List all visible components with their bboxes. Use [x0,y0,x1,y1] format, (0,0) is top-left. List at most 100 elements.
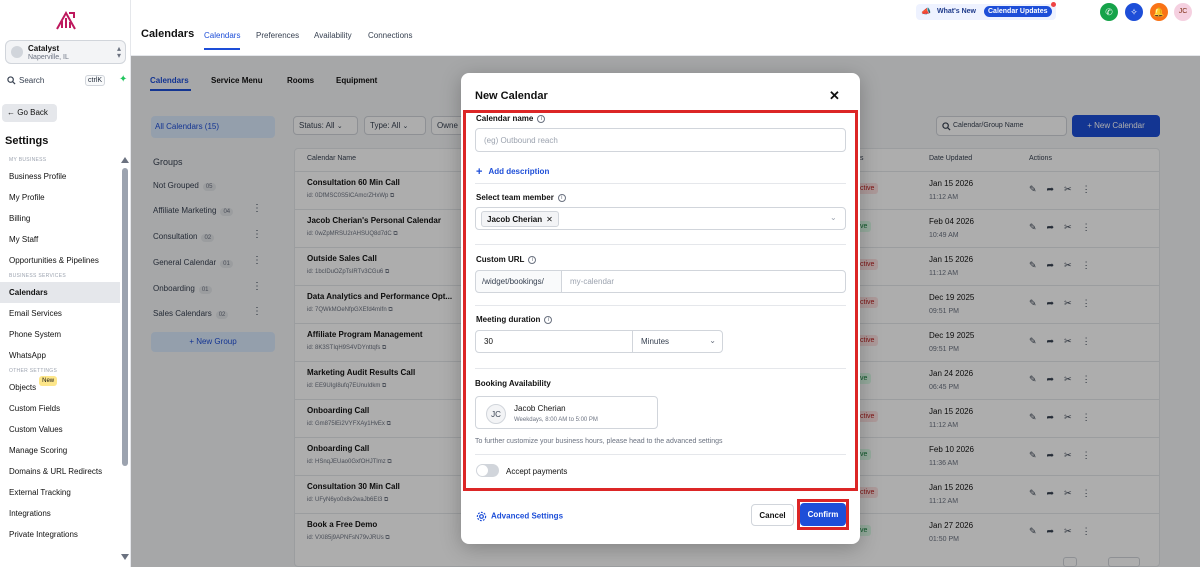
availability-card[interactable]: JC Jacob Cherian Weekdays, 8:00 AM to 5:… [475,396,658,429]
team-member-chip-label: Jacob Cherian [487,215,543,224]
info-icon[interactable]: i [557,193,566,202]
tab-calendars[interactable]: Calendars [204,31,241,50]
sidebar-item-label: External Tracking [9,488,71,497]
user-avatar[interactable]: JC [1174,3,1192,21]
sidebar-item-label: Objects [9,383,37,392]
sidebar: Catalyst Naperville, IL ▴ ▾ Search ctrlK … [0,0,131,567]
scroll-up-icon[interactable] [121,157,129,163]
sidebar-item-label: Phone System [9,330,62,339]
settings-title: Settings [5,135,49,147]
location-switcher[interactable]: Catalyst Naperville, IL ▴ ▾ [5,40,126,64]
info-icon[interactable]: i [528,255,537,264]
sidebar-section-heading: OTHER SETTINGS [9,368,58,374]
sidebar-item-objects[interactable]: ObjectsNew [0,376,120,398]
calendar-updates-badge[interactable]: Calendar Updates [984,6,1052,17]
availability-avatar: JC [486,404,506,424]
divider [475,305,846,306]
sidebar-item-label: Domains & URL Redirects [9,467,103,476]
duration-unit-value: Minutes [641,337,670,346]
sidebar-item-label: My Staff [9,235,39,244]
duration-input[interactable]: 30 [475,330,633,353]
sidebar-item-custom-values[interactable]: Custom Values [0,419,120,440]
location-icon [11,46,23,58]
divider [475,368,846,369]
calendar-name-input[interactable]: (eg) Outbound reach [475,128,846,152]
divider [475,454,846,455]
chevron-updown-icon: ▴ ▾ [116,44,121,60]
divider [475,183,846,184]
sidebar-item-billing[interactable]: Billing [0,208,120,229]
plus-icon: + [476,166,483,178]
sidebar-item-private-integrations[interactable]: Private Integrations [0,524,120,545]
duration-unit-select[interactable]: Minutes ⌄ [632,330,723,353]
custom-url-label-text: Custom URL [476,255,525,264]
sidebar-item-label: Calendars [9,288,48,297]
sidebar-item-my-staff[interactable]: My Staff [0,229,120,250]
sidebar-item-manage-scoring[interactable]: Manage Scoring [0,440,120,461]
info-icon[interactable]: i [537,114,546,123]
remove-chip-icon[interactable]: ✕ [546,215,553,224]
sidebar-item-whatsapp[interactable]: WhatsApp [0,345,120,366]
sidebar-item-label: Opportunities & Pipelines [9,256,99,265]
sidebar-item-domains-url-redirects[interactable]: Domains & URL Redirects [0,461,120,482]
team-member-chip[interactable]: Jacob Cherian ✕ [481,211,559,227]
ai-sparkle-icon[interactable]: ✦ [119,74,127,85]
quick-actions-icon[interactable]: ✧ [1125,3,1143,21]
meeting-duration-label: Meeting duration i [476,315,553,324]
booking-availability-label: Booking Availability [475,379,551,388]
gear-icon [476,511,487,522]
sidebar-item-my-profile[interactable]: My Profile [0,187,120,208]
sidebar-item-integrations[interactable]: Integrations [0,503,120,524]
team-member-label-text: Select team member [476,193,554,202]
team-member-label: Select team member i [476,193,566,202]
scroll-down-icon[interactable] [121,554,129,560]
calendar-name-label: Calendar name i [476,114,546,123]
phone-icon[interactable]: ✆ [1100,3,1118,21]
whats-new-button[interactable]: 📣 What's New Calendar Updates [916,2,1056,20]
bell-icon[interactable]: 🔔 [1150,3,1168,21]
sidebar-item-external-tracking[interactable]: External Tracking [0,482,120,503]
notification-dot [1051,2,1056,7]
search-label: Search [19,76,45,85]
tab-preferences[interactable]: Preferences [256,31,299,40]
sidebar-item-label: Integrations [9,509,51,518]
search-shortcut: ctrlK [85,75,105,86]
sidebar-item-phone-system[interactable]: Phone System [0,324,120,345]
top-bar: Calendars Calendars Preferences Availabi… [131,0,1200,56]
sidebar-item-business-profile[interactable]: Business Profile [0,166,120,187]
sidebar-item-label: Custom Values [9,425,63,434]
availability-name: Jacob Cherian [514,404,566,413]
info-icon[interactable]: i [544,315,553,324]
scrollbar-thumb[interactable] [122,168,128,466]
location-city: Naperville, IL [28,54,69,61]
sidebar-item-label: Billing [9,214,31,223]
advanced-settings-label: Advanced Settings [491,511,564,521]
sidebar-search[interactable]: Search ctrlK ✦ [5,73,127,89]
sidebar-item-custom-fields[interactable]: Custom Fields [0,398,120,419]
go-back-button[interactable]: ← Go Back [2,104,57,122]
meeting-duration-label-text: Meeting duration [476,315,541,324]
close-icon[interactable]: ✕ [829,89,840,102]
sidebar-item-label: Custom Fields [9,404,61,413]
sidebar-item-label: Email Services [9,309,62,318]
tab-availability[interactable]: Availability [314,31,352,40]
advanced-settings-link[interactable]: Advanced Settings [476,511,563,522]
confirm-button[interactable]: Confirm [800,503,846,526]
add-description-label: Add description [488,167,550,176]
sidebar-item-label: Manage Scoring [9,446,68,455]
calendar-name-label-text: Calendar name [476,114,534,123]
tab-connections[interactable]: Connections [368,31,412,40]
url-prefix: /widget/bookings/ [475,270,562,293]
accept-payments-toggle[interactable] [476,464,499,477]
add-description-button[interactable]: + Add description [476,166,549,178]
custom-url-input[interactable]: my-calendar [561,270,846,293]
modal-title: New Calendar [475,90,548,102]
sidebar-item-label: Business Profile [9,172,67,181]
sidebar-item-email-services[interactable]: Email Services [0,303,120,324]
cancel-button[interactable]: Cancel [751,504,794,526]
chevron-down-icon[interactable]: ⌄ [830,213,837,222]
sidebar-item-opportunities-pipelines[interactable]: Opportunities & Pipelines [0,250,120,271]
location-name: Catalyst [28,44,60,53]
sidebar-item-calendars[interactable]: Calendars [0,282,120,303]
calendar-name-placeholder: (eg) Outbound reach [484,136,558,145]
